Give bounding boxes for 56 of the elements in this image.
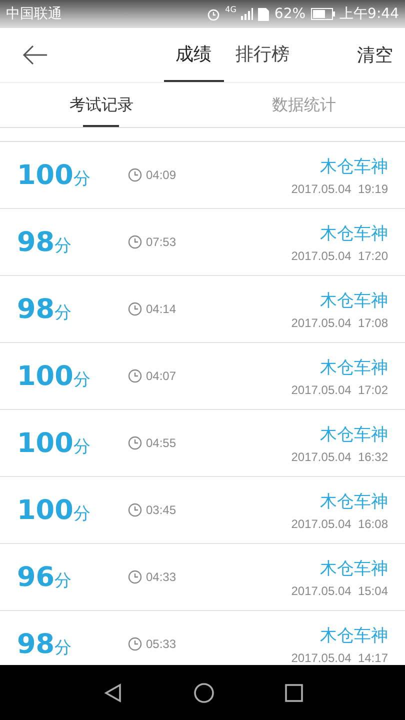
date-time: 2017.05.04 16:08 (291, 516, 388, 530)
alarm-icon (207, 8, 220, 20)
back-icon[interactable] (102, 682, 122, 702)
duration: 05:33 (146, 637, 176, 651)
clear-button[interactable]: 清空 (357, 43, 393, 67)
user-name: 木仓车神 (320, 356, 388, 378)
user-name: 木仓车神 (320, 290, 388, 312)
duration: 07:53 (146, 235, 176, 249)
date-time: 2017.05.04 19:19 (291, 182, 388, 196)
score: 100分 (17, 494, 92, 526)
user-name: 木仓车神 (320, 624, 388, 646)
clock-time: 上午9:44 (340, 5, 399, 23)
tab[interactable]: 成绩 (164, 28, 224, 82)
score: 98分 (17, 628, 73, 660)
tab[interactable]: 排行榜 (224, 28, 302, 82)
clock-icon (128, 503, 142, 517)
battery-icon (310, 8, 335, 20)
date-time: 2017.05.04 17:02 (291, 382, 388, 396)
tab[interactable]: 考试记录 (69, 83, 134, 127)
battery-percent: 62% (274, 6, 306, 22)
user-name: 木仓车神 (320, 558, 388, 580)
clock-icon (128, 302, 142, 316)
duration: 04:09 (146, 168, 176, 182)
duration: 03:45 (146, 503, 176, 517)
score: 98分 (17, 226, 73, 258)
carrier-label: 中国联通 (6, 5, 62, 23)
date-time: 2017.05.04 17:08 (291, 316, 388, 330)
clock-icon (128, 168, 142, 182)
date-time: 2017.05.04 16:32 (291, 450, 388, 464)
clock-icon (128, 369, 142, 383)
score: 98分 (17, 294, 73, 324)
user-name: 木仓车神 (320, 490, 388, 512)
user-name: 木仓车神 (320, 156, 388, 178)
duration: 04:33 (146, 570, 176, 584)
date-time: 2017.05.04 15:04 (291, 584, 388, 598)
date-time: 2017.05.04 14:17 (291, 650, 388, 664)
clock-icon (128, 570, 142, 584)
date-time: 2017.05.04 17:20 (291, 248, 388, 262)
clock-icon (128, 637, 142, 651)
clock-icon (128, 235, 142, 249)
score: 100分 (17, 360, 92, 392)
signal-icon (241, 8, 254, 20)
score: 100分 (17, 428, 92, 458)
clock-icon (128, 436, 142, 450)
duration: 04:07 (146, 369, 176, 383)
sim-card-icon (258, 8, 270, 20)
user-name: 木仓车神 (320, 424, 388, 446)
back-arrow-icon[interactable] (22, 45, 48, 65)
recent-apps-icon[interactable] (284, 684, 302, 702)
home-icon[interactable] (192, 682, 214, 704)
score: 100分 (17, 160, 92, 190)
network-label: 4G (225, 5, 236, 14)
user-name: 木仓车神 (320, 222, 388, 244)
score: 96分 (17, 562, 73, 592)
duration: 04:55 (146, 436, 176, 450)
duration: 04:14 (146, 302, 176, 316)
